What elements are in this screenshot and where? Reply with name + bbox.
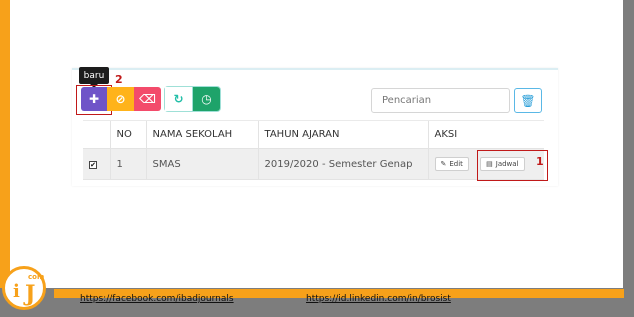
add-button[interactable]: ✚ (81, 87, 107, 111)
refresh-button[interactable]: ↻ (165, 87, 193, 111)
left-frame-bar (0, 0, 10, 290)
logo-com-text: com (28, 273, 45, 281)
edit-label: Edit (449, 160, 463, 168)
ban-icon: ⊘ (115, 92, 126, 106)
table-header-row: NO NAMA SEKOLAH TAHUN AJARAN AKSI (83, 120, 544, 149)
row-sekolah: SMAS (145, 148, 258, 180)
eraser-icon: ⌫ (139, 92, 156, 106)
search-input[interactable] (371, 88, 510, 113)
linkedin-link[interactable]: https://id.linkedin.com/in/brosist (306, 294, 451, 304)
header-sekolah: NAMA SEKOLAH (145, 120, 258, 149)
ij-logo: com i J (2, 266, 46, 310)
logo-i-letter: i (13, 281, 20, 302)
cancel-button[interactable]: ⊘ (107, 87, 134, 111)
edit-button[interactable]: ✎ Edit (434, 157, 469, 171)
clock-icon: ◷ (201, 92, 212, 106)
header-no: NO (109, 120, 146, 149)
refresh-icon: ↻ (173, 92, 184, 106)
school-table: NO NAMA SEKOLAH TAHUN AJARAN AKSI ✔ 1 SM… (83, 120, 544, 180)
right-frame-bar (623, 0, 634, 290)
row-check-cell: ✔ (83, 148, 110, 180)
row-checkbox[interactable]: ✔ (89, 160, 97, 169)
delete-button[interactable]: ⌫ (134, 87, 161, 111)
header-tahun: TAHUN AJARAN (257, 120, 428, 149)
facebook-link[interactable]: https://facebook.com/ibadjournals (80, 294, 234, 304)
header-aksi: AKSI (427, 120, 544, 149)
table-row: ✔ 1 SMAS 2019/2020 - Semester Genap ✎ Ed… (83, 148, 544, 180)
row-tahun: 2019/2020 - Semester Genap (257, 148, 428, 180)
header-check-cell (83, 120, 110, 149)
logo-j-letter: J (25, 281, 36, 307)
plus-icon: ✚ (88, 92, 100, 106)
callout-number-2: 2 (115, 73, 123, 86)
delete-selected-button[interactable]: 🗑 (514, 88, 542, 113)
edit-icon: ✎ (440, 160, 447, 168)
trash-icon: 🗑 (520, 93, 536, 108)
row-no: 1 (109, 148, 146, 180)
add-tooltip: baru (79, 67, 109, 88)
callout-number-1: 1 (536, 155, 544, 168)
clock-button[interactable]: ◷ (193, 87, 220, 111)
